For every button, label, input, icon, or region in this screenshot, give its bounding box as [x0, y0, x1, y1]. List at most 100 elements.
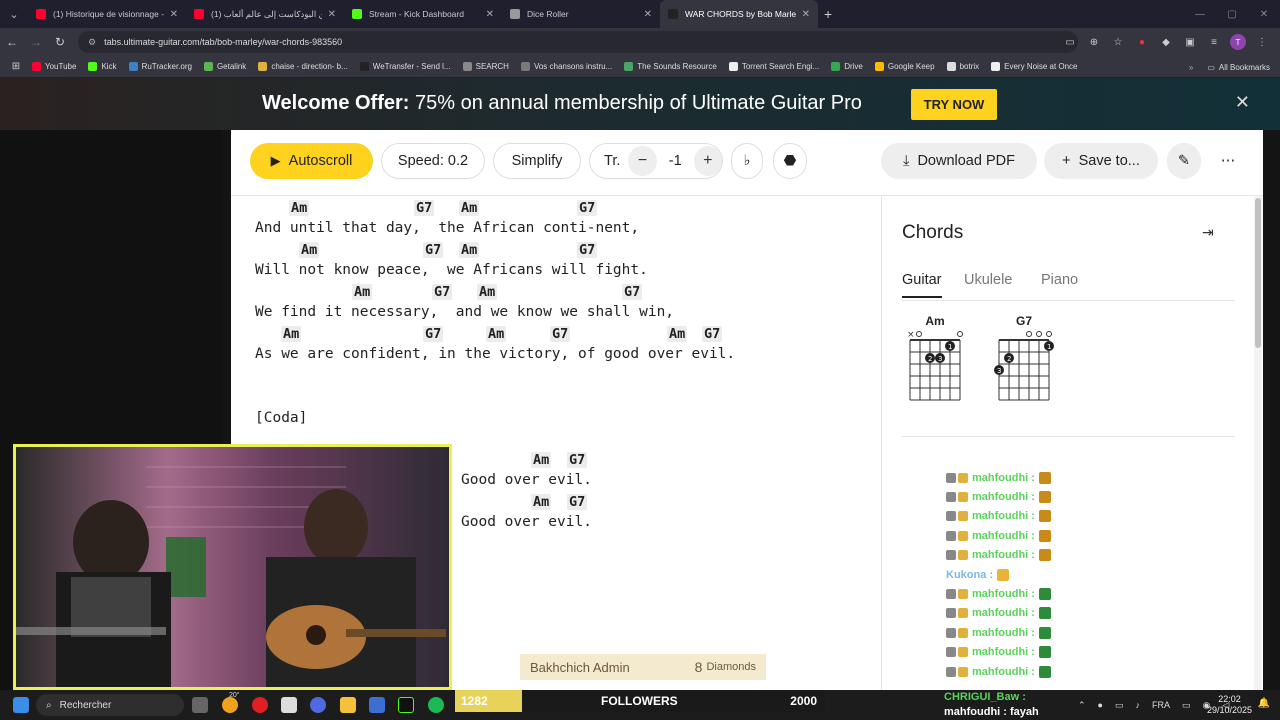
- chord-symbol[interactable]: G7: [423, 242, 444, 258]
- reload-icon[interactable]: ↻: [48, 35, 72, 49]
- bookmark-item[interactable]: Kick: [88, 62, 117, 71]
- minus-icon[interactable]: −: [628, 146, 657, 176]
- bookmark-item[interactable]: SEARCH: [462, 62, 509, 71]
- profile-avatar[interactable]: T: [1230, 34, 1246, 50]
- chord-symbol[interactable]: Am: [667, 326, 688, 342]
- taskbar-search[interactable]: ⌕ Rechercher: [36, 694, 184, 716]
- bookmark-item[interactable]: Drive: [831, 62, 863, 71]
- bookmark-item[interactable]: Vos chansons instru...: [520, 62, 612, 71]
- tab-close-icon[interactable]: ✕: [170, 9, 178, 20]
- more-options-button[interactable]: ⋯: [1213, 143, 1243, 179]
- extension-icon[interactable]: ◆: [1158, 34, 1174, 50]
- address-bar[interactable]: ⚙ tabs.ultimate-guitar.com/tab/bob-marle…: [78, 31, 1078, 53]
- windows-start-icon[interactable]: [13, 697, 29, 713]
- chord-symbol[interactable]: Am: [352, 284, 373, 300]
- task-view-icon[interactable]: [192, 697, 208, 713]
- chord-symbol[interactable]: Am: [531, 494, 552, 510]
- chord-symbol[interactable]: G7: [432, 284, 453, 300]
- keyboard-icon[interactable]: ▭: [1115, 700, 1124, 711]
- chord-diagram-am[interactable]: Am × 1 2 3: [905, 314, 965, 413]
- minimize-icon[interactable]: —: [1184, 9, 1216, 20]
- scrollbar-thumb[interactable]: [1255, 198, 1261, 348]
- tab-guitar[interactable]: Guitar: [902, 272, 942, 298]
- chord-symbol[interactable]: G7: [577, 200, 598, 216]
- collapse-icon[interactable]: ⇥: [1202, 224, 1214, 241]
- tab-search-icon[interactable]: ⌄: [0, 0, 28, 28]
- close-window-icon[interactable]: ✕: [1248, 9, 1280, 20]
- chord-symbol[interactable]: Am: [531, 452, 552, 468]
- weather-icon[interactable]: [222, 697, 238, 713]
- cast-icon[interactable]: ▭: [1062, 34, 1078, 50]
- media-icon[interactable]: ≡: [1206, 34, 1222, 50]
- maximize-icon[interactable]: ▢: [1216, 9, 1248, 20]
- tab-close-icon[interactable]: ✕: [486, 9, 494, 20]
- forward-icon[interactable]: →: [24, 35, 48, 49]
- chord-symbol[interactable]: Am: [281, 326, 302, 342]
- tab-close-icon[interactable]: ✕: [802, 9, 810, 20]
- clock[interactable]: 22:02 29/10/2025: [1207, 694, 1252, 716]
- menu-icon[interactable]: ⋮: [1254, 34, 1270, 50]
- display-icon[interactable]: ▭: [1182, 700, 1191, 711]
- file-explorer-icon[interactable]: [340, 697, 356, 713]
- spotify-icon[interactable]: [428, 697, 444, 713]
- notification-icon[interactable]: 🔔: [1258, 698, 1270, 709]
- chord-symbol[interactable]: G7: [567, 452, 588, 468]
- new-tab-button[interactable]: +: [824, 6, 832, 22]
- more-bookmarks-icon[interactable]: »: [1189, 63, 1193, 72]
- chord-diagram-g7[interactable]: G7 1 2 3: [994, 314, 1054, 413]
- chord-symbol[interactable]: Am: [486, 326, 507, 342]
- chord-symbol[interactable]: Am: [299, 242, 320, 258]
- chord-symbol[interactable]: G7: [577, 242, 598, 258]
- bookmark-item[interactable]: chaise - direction- b...: [258, 62, 348, 71]
- chord-symbol[interactable]: Am: [459, 200, 480, 216]
- extensions-puzzle-icon[interactable]: ▣: [1182, 34, 1198, 50]
- try-now-button[interactable]: TRY NOW: [911, 89, 997, 120]
- bookmark-item[interactable]: WeTransfer - Send l...: [359, 62, 451, 71]
- mic-icon[interactable]: ●: [1098, 700, 1103, 710]
- chord-symbol[interactable]: Am: [289, 200, 310, 216]
- chord-symbol[interactable]: G7: [423, 326, 444, 342]
- bookmark-item[interactable]: The Sounds Resource: [624, 62, 717, 71]
- bookmark-item[interactable]: YouTube: [32, 62, 76, 71]
- browser-tab[interactable]: (1) Historique de visionnage - Y ✕: [28, 0, 186, 28]
- speed-button[interactable]: Speed: 0.2: [381, 143, 485, 179]
- bookmark-item[interactable]: RuTracker.org: [128, 62, 192, 71]
- edit-button[interactable]: ✎: [1167, 143, 1201, 179]
- close-icon[interactable]: ✕: [1235, 92, 1250, 113]
- chord-symbol[interactable]: G7: [622, 284, 643, 300]
- browser-tab[interactable]: من البودكاست إلى عالم ألعاب (1) ✕: [186, 0, 344, 28]
- zoom-icon[interactable]: ⊕: [1086, 34, 1102, 50]
- tab-close-icon[interactable]: ✕: [644, 9, 652, 20]
- tab-ukulele[interactable]: Ukulele: [964, 272, 1012, 288]
- adblock-icon[interactable]: ●: [1134, 34, 1150, 50]
- download-pdf-button[interactable]: ⤓ Download PDF: [881, 143, 1037, 179]
- site-info-icon[interactable]: ⚙: [88, 37, 96, 48]
- bookmark-star-icon[interactable]: ☆: [1110, 34, 1126, 50]
- volume-icon[interactable]: ♪: [1136, 700, 1141, 710]
- flat-button[interactable]: ♭: [731, 143, 763, 179]
- back-icon[interactable]: ←: [0, 35, 24, 49]
- autoscroll-button[interactable]: ▶ Autoscroll: [250, 143, 373, 179]
- photos-icon[interactable]: [369, 697, 385, 713]
- apps-icon[interactable]: ⊞: [8, 59, 24, 75]
- opera-icon[interactable]: [252, 697, 268, 713]
- live-icon[interactable]: [398, 697, 414, 713]
- language-indicator[interactable]: FRA: [1152, 700, 1170, 710]
- save-to-button[interactable]: + Save to...: [1044, 143, 1158, 179]
- chord-symbol[interactable]: G7: [702, 326, 723, 342]
- bookmark-item[interactable]: Every Noise at Once: [991, 62, 1078, 71]
- browser-tab[interactable]: WAR CHORDS by Bob Marley @ ✕: [660, 0, 818, 28]
- chord-symbol[interactable]: G7: [414, 200, 435, 216]
- settings-button[interactable]: ⬣: [773, 143, 807, 179]
- bookmark-item[interactable]: Google Keep: [874, 62, 935, 71]
- chord-symbol[interactable]: G7: [550, 326, 571, 342]
- chevron-up-icon[interactable]: ⌃: [1078, 700, 1086, 711]
- app-icon[interactable]: [281, 697, 297, 713]
- browser-tab[interactable]: Stream - Kick Dashboard ✕: [344, 0, 502, 28]
- chord-symbol[interactable]: Am: [459, 242, 480, 258]
- chord-symbol[interactable]: Am: [477, 284, 498, 300]
- chord-symbol[interactable]: G7: [567, 494, 588, 510]
- tab-close-icon[interactable]: ✕: [328, 9, 336, 20]
- bookmark-item[interactable]: Torrent Search Engi...: [728, 62, 819, 71]
- simplify-button[interactable]: Simplify: [493, 143, 581, 179]
